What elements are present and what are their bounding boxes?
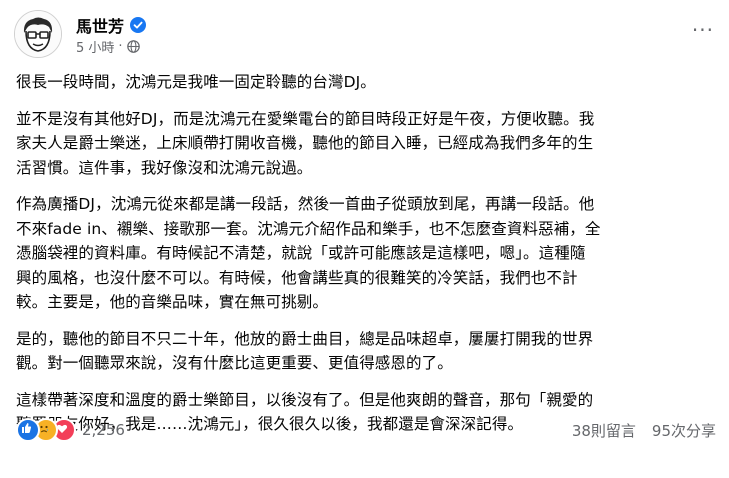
paragraph-1: 很長一段時間，沈鴻元是我唯一固定聆聽的台灣DJ。 — [16, 70, 716, 95]
author-row: 馬世芳 — [76, 13, 147, 37]
text-line: 活習慣。這件事，我好像沒和沈鴻元說過。 — [16, 158, 313, 177]
text-line: 興的風格，也沒什麼不可以。有時候，他會講些真的很難笑的冷笑話，我們也不計 — [16, 268, 578, 287]
text-line: 這樣帶著深度和溫度的爵士樂節目，以後沒有了。但是他爽朗的聲音，那句「親愛的 — [16, 390, 594, 409]
text-line: 較。主要是，他的音樂品味，實在無可挑剔。 — [16, 293, 329, 311]
verified-badge-icon — [130, 17, 147, 33]
shares-count-link[interactable]: 95次分享 — [652, 420, 716, 441]
text-line: 很長一段時間，沈鴻元是我唯一固定聆聽的台灣DJ。 — [16, 73, 376, 91]
avatar[interactable] — [14, 10, 62, 58]
post-footer: 2,256 38則留言 95次分享 — [16, 415, 716, 445]
paragraph-2: 並不是沒有其他好DJ，而是沈鴻元在愛樂電台的節目時段正好是午夜，方便收聽。我 家… — [16, 107, 716, 181]
post-body: 很長一段時間，沈鴻元是我唯一固定聆聽的台灣DJ。 並不是沒有其他好DJ，而是沈鴻… — [16, 70, 716, 449]
text-line: 憑腦袋裡的資料庫。有時候記不清楚，就說「或許可能應該是這樣吧，嗯」。這種隨 — [16, 244, 586, 262]
reaction-count: 2,256 — [82, 421, 125, 439]
reaction-summary[interactable]: 2,256 — [16, 418, 125, 442]
author-name[interactable]: 馬世芳 — [76, 13, 124, 37]
paragraph-4: 是的，聽他的節目不只二十年，他放的爵士曲目，總是品味超卓，屢屢打開我的世界 觀。… — [16, 327, 716, 376]
post-timestamp[interactable]: 5 小時 — [76, 37, 114, 56]
text-line: 觀。對一個聽眾來說，沒有什麼比這更重要、更值得感恩的了。 — [16, 354, 453, 372]
like-icon — [16, 418, 40, 442]
post-meta: 5 小時 · — [76, 37, 140, 56]
text-line: 不來fade in、襯樂、接歌那一套。沈鴻元介紹作品和樂手，也不怎麼查資料惡補，… — [16, 219, 601, 238]
text-line: 是的，聽他的節目不只二十年，他放的爵士曲目，總是品味超卓，屢屢打開我的世界 — [16, 329, 594, 348]
text-line: 並不是沒有其他好DJ，而是沈鴻元在愛樂電台的節目時段正好是午夜，方便收聽。我 — [16, 109, 595, 128]
text-line: 作為廣播DJ，沈鴻元從來都是講一段話，然後一首曲子從頭放到尾，再講一段話。他 — [16, 195, 595, 213]
text-line: 家夫人是爵士樂迷，上床順帶打開收音機，聽他的節目入睡，已經成為我們多年的生 — [16, 134, 594, 152]
facebook-post: 馬世芳 5 小時 · ··· 很長一段時間，沈鴻元是我唯一固定聆聽的台灣DJ。 … — [0, 0, 729, 478]
avatar-cartoon-face-icon — [15, 11, 61, 57]
post-header: 馬世芳 5 小時 · ··· — [14, 10, 714, 60]
comments-count-link[interactable]: 38則留言 — [572, 420, 636, 441]
globe-icon[interactable] — [126, 40, 140, 53]
meta-separator: · — [118, 39, 123, 54]
engagement-stats: 38則留言 95次分享 — [556, 420, 716, 441]
more-options-button[interactable]: ··· — [692, 18, 714, 42]
paragraph-3: 作為廣播DJ，沈鴻元從來都是講一段話，然後一首曲子從頭放到尾，再講一段話。他 不… — [16, 192, 716, 315]
